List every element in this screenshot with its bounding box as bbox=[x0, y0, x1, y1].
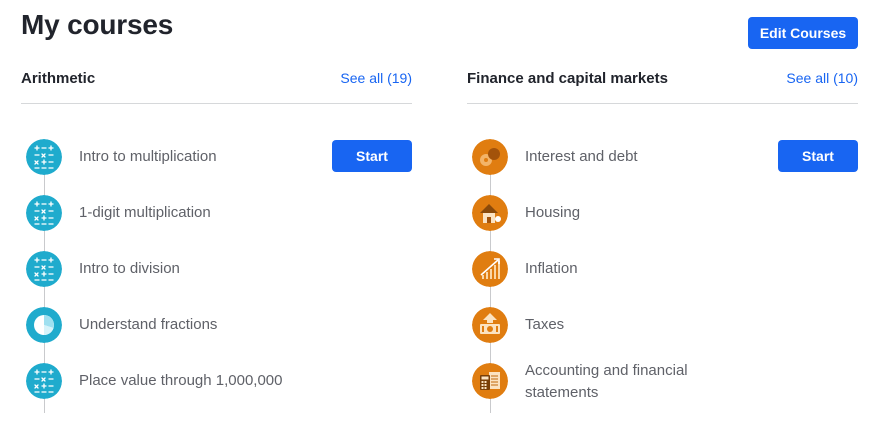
course-item[interactable]: Place value through 1,000,000 bbox=[21, 361, 412, 401]
rising-chart-icon bbox=[472, 251, 508, 287]
course-title: Understand fractions bbox=[79, 316, 218, 333]
pie-fraction-icon bbox=[26, 307, 62, 343]
course-section-finance: Finance and capital markets See all (10)… bbox=[467, 0, 858, 421]
course-title: 1-digit multiplication bbox=[79, 204, 211, 221]
course-title: Inflation bbox=[525, 260, 578, 277]
course-title: Interest and debt bbox=[525, 148, 638, 165]
course-item[interactable]: Understand fractions bbox=[21, 305, 412, 345]
divider bbox=[467, 103, 858, 104]
section-title: Finance and capital markets bbox=[467, 70, 668, 87]
money-arrow-icon bbox=[472, 307, 508, 343]
house-icon bbox=[472, 195, 508, 231]
course-item[interactable]: Intro to multiplication Start bbox=[21, 137, 412, 177]
divider bbox=[21, 103, 412, 104]
course-section-arithmetic: Arithmetic See all (19) Intro to multipl… bbox=[21, 0, 412, 421]
course-title: Place value through 1,000,000 bbox=[79, 372, 283, 389]
course-title: Housing bbox=[525, 204, 581, 221]
course-title: Accounting and financial statements bbox=[525, 362, 688, 401]
math-symbols-icon bbox=[26, 251, 62, 287]
course-item[interactable]: Intro to division bbox=[21, 249, 412, 289]
start-button[interactable]: Start bbox=[778, 140, 858, 172]
course-item[interactable]: Housing bbox=[467, 193, 858, 233]
calculator-document-icon bbox=[472, 363, 508, 399]
math-symbols-icon bbox=[26, 363, 62, 399]
course-item[interactable]: 1-digit multiplication bbox=[21, 193, 412, 233]
section-title: Arithmetic bbox=[21, 70, 96, 87]
course-title: Taxes bbox=[525, 316, 565, 333]
math-symbols-icon bbox=[26, 195, 62, 231]
course-item[interactable]: Accounting and financial statements bbox=[467, 361, 858, 401]
course-title: Intro to division bbox=[79, 260, 180, 277]
course-item[interactable]: Interest and debt Start bbox=[467, 137, 858, 177]
math-symbols-icon bbox=[26, 139, 62, 175]
course-item[interactable]: Taxes bbox=[467, 305, 858, 345]
see-all-link[interactable]: See all (10) bbox=[786, 70, 858, 86]
start-button[interactable]: Start bbox=[332, 140, 412, 172]
coins-icon bbox=[472, 139, 508, 175]
course-item[interactable]: Inflation bbox=[467, 249, 858, 289]
course-title: Intro to multiplication bbox=[79, 148, 217, 165]
see-all-link[interactable]: See all (19) bbox=[340, 70, 412, 86]
